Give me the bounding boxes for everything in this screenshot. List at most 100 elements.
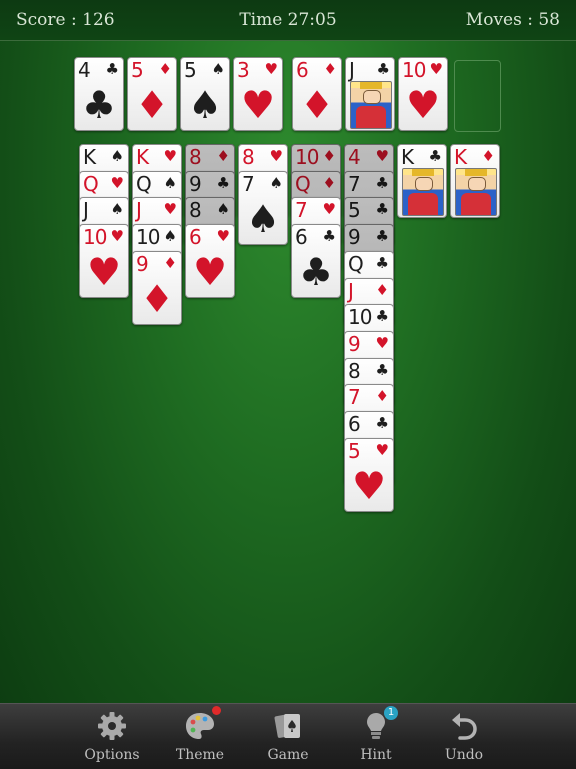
empty-foundation-slot[interactable]	[454, 60, 501, 132]
palette-icon	[186, 713, 214, 739]
hearts-pip-icon: ♥	[192, 250, 228, 294]
options-button[interactable]: Options	[72, 704, 152, 769]
theme-notification-dot	[212, 706, 221, 715]
card-rank: 9	[348, 225, 361, 249]
tableau-card[interactable]: 10 ♥ ♥	[79, 224, 129, 298]
game-board: 4 ♣ ♣ 5 ♦ ♦ 5 ♠ ♠ 3 ♥ ♥ 6 ♦ ♦ J ♣ 10 ♥ ♥ K ♠ Q ♥ J ♠ 10 ♥ ♥ K ♥ Q ♠ J ♥ 10 ♠…	[0, 0, 576, 700]
tableau-card[interactable]: 5 ♥ ♥	[344, 438, 394, 512]
hearts-suit-icon: ♥	[163, 200, 177, 218]
face-card-portrait	[402, 168, 444, 216]
hint-label: Hint	[360, 747, 392, 763]
clubs-suit-icon: ♣	[322, 227, 336, 245]
foundation-card[interactable]: 10 ♥ ♥	[398, 57, 448, 131]
card-rank: J	[349, 58, 355, 82]
spades-suit-icon: ♠	[110, 147, 124, 165]
tableau-card[interactable]: 7 ♠ ♠	[238, 171, 288, 245]
diamonds-suit-icon: ♦	[375, 281, 389, 299]
hint-button[interactable]: 1 Hint	[336, 704, 416, 769]
card-rank: 10	[136, 225, 160, 249]
hearts-suit-icon: ♥	[269, 147, 283, 165]
foundation-card[interactable]: 6 ♦ ♦	[292, 57, 342, 131]
card-rank: 7	[295, 198, 308, 222]
spades-suit-icon: ♠	[216, 200, 230, 218]
diamonds-suit-icon: ♦	[322, 147, 336, 165]
hearts-suit-icon: ♥	[110, 227, 124, 245]
foundation-card[interactable]: J ♣	[345, 57, 395, 131]
card-rank: K	[454, 145, 467, 169]
card-rank: 9	[189, 172, 202, 196]
hearts-suit-icon: ♥	[110, 174, 124, 192]
card-rank: 3	[237, 58, 250, 82]
card-rank: 5	[131, 58, 144, 82]
foundation-card[interactable]: 4 ♣ ♣	[74, 57, 124, 131]
face-card-portrait	[350, 81, 392, 129]
spades-suit-icon: ♠	[110, 200, 124, 218]
card-rank: Q	[295, 172, 311, 196]
hearts-suit-icon: ♥	[375, 334, 389, 352]
spades-suit-icon: ♠	[269, 174, 283, 192]
diamonds-suit-icon: ♦	[216, 147, 230, 165]
card-rank: K	[83, 145, 96, 169]
toolbar: Options Theme Game 1 Hint Undo	[0, 703, 576, 769]
clubs-pip-icon: ♣	[298, 250, 334, 294]
hearts-pip-icon: ♥	[86, 250, 122, 294]
card-rank: Q	[83, 172, 99, 196]
game-button[interactable]: Game	[248, 704, 328, 769]
clubs-suit-icon: ♣	[375, 361, 389, 379]
card-rank: J	[83, 198, 89, 222]
theme-button[interactable]: Theme	[160, 704, 240, 769]
card-rank: 6	[189, 225, 202, 249]
tableau-card[interactable]: K ♦	[450, 144, 500, 218]
card-rank: 10	[295, 145, 319, 169]
tableau-card[interactable]: K ♣	[397, 144, 447, 218]
spades-pip-icon: ♠	[245, 197, 281, 241]
diamonds-pip-icon: ♦	[134, 83, 170, 127]
card-rank: Q	[348, 252, 364, 276]
spades-pip-icon: ♠	[187, 83, 223, 127]
card-rank: 5	[348, 198, 361, 222]
diamonds-suit-icon: ♦	[158, 60, 172, 78]
options-label: Options	[84, 747, 140, 763]
undo-label: Undo	[444, 747, 484, 763]
tableau-card[interactable]: 9 ♦ ♦	[132, 251, 182, 325]
cards-icon	[274, 714, 300, 738]
diamonds-suit-icon: ♦	[323, 60, 337, 78]
tableau-card[interactable]: 6 ♥ ♥	[185, 224, 235, 298]
card-rank: 10	[348, 305, 372, 329]
card-rank: 8	[189, 145, 202, 169]
foundation-card[interactable]: 5 ♦ ♦	[127, 57, 177, 131]
card-rank: 5	[348, 439, 361, 463]
clubs-suit-icon: ♣	[375, 227, 389, 245]
diamonds-suit-icon: ♦	[322, 174, 336, 192]
hearts-pip-icon: ♥	[351, 464, 387, 508]
clubs-suit-icon: ♣	[375, 307, 389, 325]
clubs-suit-icon: ♣	[216, 174, 230, 192]
foundation-card[interactable]: 5 ♠ ♠	[180, 57, 230, 131]
diamonds-suit-icon: ♦	[375, 387, 389, 405]
clubs-pip-icon: ♣	[81, 83, 117, 127]
diamonds-pip-icon: ♦	[299, 83, 335, 127]
clubs-suit-icon: ♣	[375, 174, 389, 192]
theme-label: Theme	[175, 747, 225, 763]
diamonds-suit-icon: ♦	[163, 254, 177, 272]
hearts-suit-icon: ♥	[375, 441, 389, 459]
card-rank: 5	[184, 58, 197, 82]
card-rank: 8	[189, 198, 202, 222]
undo-button[interactable]: Undo	[424, 704, 504, 769]
card-rank: 7	[348, 385, 361, 409]
card-rank: 7	[242, 172, 255, 196]
hearts-suit-icon: ♥	[264, 60, 278, 78]
tableau-card[interactable]: 6 ♣ ♣	[291, 224, 341, 298]
game-label: Game	[267, 747, 309, 763]
card-rank: Q	[136, 172, 152, 196]
card-rank: 9	[136, 252, 149, 276]
foundation-card[interactable]: 3 ♥ ♥	[233, 57, 283, 131]
card-rank: 4	[348, 145, 361, 169]
card-rank: 6	[296, 58, 309, 82]
clubs-suit-icon: ♣	[105, 60, 119, 78]
card-rank: 4	[78, 58, 91, 82]
clubs-suit-icon: ♣	[376, 60, 390, 78]
gear-icon	[98, 712, 126, 740]
card-rank: 6	[348, 412, 361, 436]
hearts-suit-icon: ♥	[322, 200, 336, 218]
